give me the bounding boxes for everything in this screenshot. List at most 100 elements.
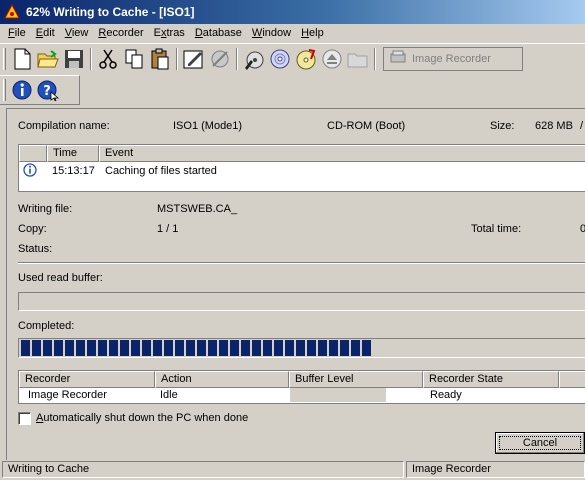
progress-block xyxy=(109,340,118,356)
toolbar-separator xyxy=(90,47,92,70)
erase-icon[interactable] xyxy=(207,46,233,72)
compilation-name-value: ISO1 (Mode1) xyxy=(173,120,243,132)
compilation-type-value: CD-ROM (Boot) xyxy=(327,120,406,132)
progress-block xyxy=(296,340,305,356)
open-folder-icon[interactable] xyxy=(35,46,61,72)
progress-block xyxy=(98,340,107,356)
progress-block xyxy=(219,340,228,356)
used-buffer-label: Used read buffer: xyxy=(18,272,103,284)
status-left: Writing to Cache xyxy=(2,461,404,478)
info-icon xyxy=(23,163,37,180)
recorder-table[interactable]: Recorder Action Buffer Level Recorder St… xyxy=(18,370,585,404)
toolbar-grip[interactable] xyxy=(3,79,6,101)
disc-info-icon[interactable] xyxy=(293,46,319,72)
event-log[interactable]: Time Event 15:13:17 Caching of files sta… xyxy=(18,144,585,192)
menu-extras[interactable]: Extras xyxy=(149,27,190,39)
menu-database[interactable]: Database xyxy=(190,27,247,39)
menu-view[interactable]: View xyxy=(60,27,94,39)
menu-file-rest: ile xyxy=(14,27,26,39)
menu-window[interactable]: Window xyxy=(247,27,296,39)
log-col-icon[interactable] xyxy=(19,145,47,162)
status-bar: Writing to Cache Image Recorder xyxy=(0,460,585,480)
menu-view-rest: iew xyxy=(71,27,89,39)
status-label: Status: xyxy=(18,243,53,255)
cancel-button-label: Cancel xyxy=(522,437,558,449)
cancel-button[interactable]: Cancel xyxy=(495,432,585,454)
new-document-icon[interactable] xyxy=(9,46,35,72)
compilation-name-label: Compilation name: xyxy=(18,120,110,132)
rec-col-extra[interactable] xyxy=(559,371,585,388)
menu-bar: File Edit View Recorder Extras Database … xyxy=(0,24,585,42)
progress-block xyxy=(362,340,371,356)
cut-icon[interactable] xyxy=(95,46,121,72)
progress-block xyxy=(131,340,140,356)
menu-database-rest: atabase xyxy=(202,27,242,39)
menu-help[interactable]: Help xyxy=(296,27,329,39)
writing-file-value: MSTSWEB.CA_ xyxy=(157,203,238,215)
completed-progress-bar xyxy=(18,338,585,358)
progress-block xyxy=(197,340,206,356)
eject-icon[interactable] xyxy=(319,46,345,72)
browse-folder-icon[interactable] xyxy=(345,46,371,72)
menu-edit[interactable]: Edit xyxy=(31,27,60,39)
rec-col-state[interactable]: Recorder State xyxy=(423,371,559,388)
rec-row-buffer-bar xyxy=(290,388,386,402)
progress-block xyxy=(120,340,129,356)
size-value: 628 MB xyxy=(535,120,573,132)
log-col-event[interactable]: Event xyxy=(99,145,585,162)
progress-block xyxy=(21,340,30,356)
size-suffix: / xyxy=(580,120,584,132)
copy-label: Copy: xyxy=(18,223,47,235)
rec-col-buffer[interactable]: Buffer Level xyxy=(289,371,423,388)
progress-block xyxy=(175,340,184,356)
log-row-event: Caching of files started xyxy=(105,165,217,177)
toolbar-separator xyxy=(236,47,238,70)
menu-window-rest: indow xyxy=(262,27,292,39)
log-col-time[interactable]: Time xyxy=(47,145,99,162)
log-row-time: 15:13:17 xyxy=(52,165,95,177)
progress-block xyxy=(307,340,316,356)
menu-edit-rest: dit xyxy=(43,27,55,39)
info-icon[interactable] xyxy=(9,77,35,103)
paste-icon[interactable] xyxy=(147,46,173,72)
progress-block xyxy=(32,340,41,356)
progress-block xyxy=(241,340,250,356)
menu-recorder[interactable]: Recorder xyxy=(93,27,148,39)
recorder-icon xyxy=(390,50,406,67)
save-icon[interactable] xyxy=(61,46,87,72)
svg-text:?: ? xyxy=(43,84,51,99)
progress-block xyxy=(230,340,239,356)
progress-block xyxy=(252,340,261,356)
progress-block xyxy=(351,340,360,356)
progress-block xyxy=(43,340,52,356)
rec-col-action[interactable]: Action xyxy=(155,371,289,388)
shutdown-checkbox[interactable] xyxy=(18,412,31,425)
properties-icon[interactable] xyxy=(181,46,207,72)
progress-block xyxy=(186,340,195,356)
toolbar-separator xyxy=(374,47,376,70)
progress-block xyxy=(76,340,85,356)
rec-col-recorder[interactable]: Recorder xyxy=(19,371,155,388)
completed-progress-fill xyxy=(20,340,371,356)
help-toolbar: ? xyxy=(0,75,80,105)
shutdown-label[interactable]: Automatically shut down the PC when done xyxy=(36,412,248,424)
nero-app-icon xyxy=(4,4,20,20)
progress-block xyxy=(318,340,327,356)
toolbar-separator xyxy=(176,47,178,70)
recorder-select[interactable]: Image Recorder xyxy=(383,46,523,71)
progress-block xyxy=(208,340,217,356)
menu-extras-rest: tras xyxy=(166,27,185,39)
progress-block xyxy=(54,340,63,356)
help-icon[interactable]: ? xyxy=(35,77,61,103)
progress-block xyxy=(164,340,173,356)
progress-block xyxy=(65,340,74,356)
progress-block xyxy=(142,340,151,356)
toolbar-grip[interactable] xyxy=(3,47,6,70)
divider xyxy=(18,262,585,264)
used-buffer-bar xyxy=(18,292,585,311)
copy-icon[interactable] xyxy=(121,46,147,72)
menu-file[interactable]: File xyxy=(3,27,31,39)
burn-icon[interactable] xyxy=(241,46,267,72)
recorder-select-value: Image Recorder xyxy=(412,52,491,65)
disc-icon[interactable] xyxy=(267,46,293,72)
